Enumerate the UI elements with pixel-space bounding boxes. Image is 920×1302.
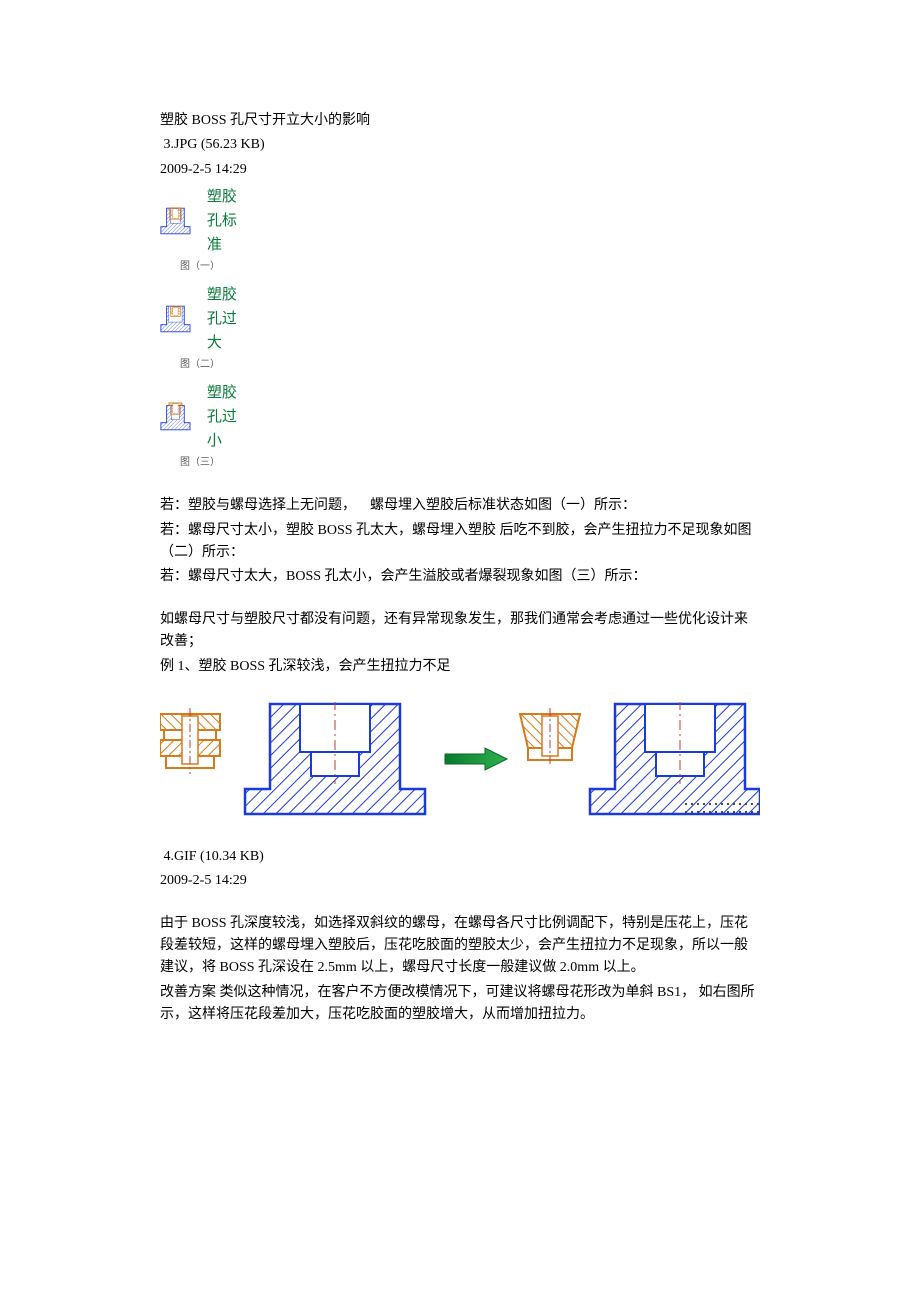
file-info-2: 4.GIF (10.34 KB) bbox=[160, 846, 760, 868]
figure-group-2 bbox=[160, 702, 760, 822]
figure-1-label: 塑胶孔标准 bbox=[207, 185, 240, 257]
title-line: 塑胶 BOSS 孔尺寸开立大小的影响 bbox=[160, 110, 760, 132]
figure-3-label: 塑胶孔过小 bbox=[207, 381, 240, 453]
figure-1-caption: 图（一） bbox=[160, 259, 240, 275]
figure-group-1: 塑胶孔标准 图（一） 塑胶孔过大 图（二） bbox=[160, 185, 760, 471]
figure-3-caption: 图（三） bbox=[160, 455, 240, 471]
paragraph-1: 若：塑胶与螺母选择上无问题， 螺母埋入塑胶后标准状态如图（一）所示： bbox=[160, 495, 760, 517]
boss-standard-icon bbox=[160, 189, 191, 253]
paragraph-6: 由于 BOSS 孔深度较浅，如选择双斜纹的螺母，在螺母各尺寸比例调配下，特别是压… bbox=[160, 913, 760, 980]
timestamp-2: 2009-2-5 14:29 bbox=[160, 870, 760, 892]
figure-3: 塑胶孔过小 图（三） bbox=[160, 381, 240, 471]
paragraph-2: 若：螺母尺寸太小，塑胶 BOSS 孔太大，螺母埋入塑胶 后吃不到胶，会产生扭拉力… bbox=[160, 520, 760, 565]
paragraph-5: 例 1、塑胶 BOSS 孔深较浅，会产生扭拉力不足 bbox=[160, 656, 760, 678]
document-page: 塑胶 BOSS 孔尺寸开立大小的影响 3.JPG (56.23 KB) 2009… bbox=[0, 0, 920, 1302]
figure-2-caption: 图（二） bbox=[160, 357, 240, 373]
boss-oversize-icon bbox=[160, 287, 191, 351]
figure-1: 塑胶孔标准 图（一） bbox=[160, 185, 240, 275]
improvement-diagram-icon bbox=[160, 702, 760, 822]
figure-2-label: 塑胶孔过大 bbox=[207, 283, 240, 355]
paragraph-3: 若：螺母尺寸太大，BOSS 孔太小，会产生溢胶或者爆裂现象如图（三）所示： bbox=[160, 566, 760, 588]
timestamp-1: 2009-2-5 14:29 bbox=[160, 159, 760, 181]
paragraph-4: 如螺母尺寸与塑胶尺寸都没有问题，还有异常现象发生，那我们通常会考虑通过一些优化设… bbox=[160, 609, 760, 654]
file-info-1: 3.JPG (56.23 KB) bbox=[160, 134, 760, 156]
figure-2: 塑胶孔过大 图（二） bbox=[160, 283, 240, 373]
boss-undersize-icon bbox=[160, 385, 191, 449]
paragraph-7: 改善方案 类似这种情况，在客户不方便改模情况下，可建议将螺母花形改为单斜 BS1… bbox=[160, 982, 760, 1027]
